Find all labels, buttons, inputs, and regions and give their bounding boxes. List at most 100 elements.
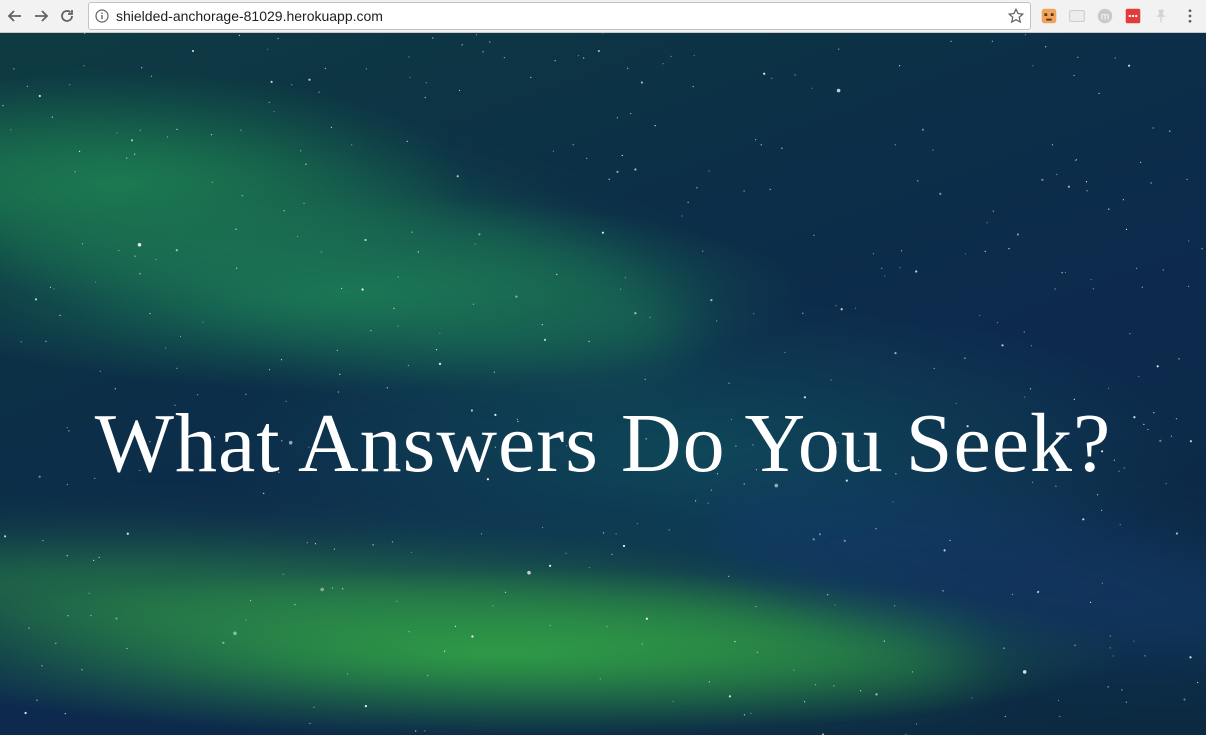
- star: [176, 128, 178, 130]
- star: [695, 500, 697, 502]
- star: [552, 150, 555, 152]
- reload-button[interactable]: [54, 3, 80, 29]
- star: [313, 706, 315, 708]
- star: [1067, 185, 1070, 188]
- star: [813, 234, 815, 236]
- star: [1152, 127, 1154, 129]
- star: [883, 640, 885, 642]
- star: [303, 202, 305, 204]
- star: [1162, 269, 1164, 271]
- star: [114, 388, 116, 390]
- star: [74, 171, 76, 173]
- star: [804, 701, 806, 703]
- star: [386, 387, 388, 389]
- star: [984, 250, 986, 252]
- star: [191, 49, 195, 53]
- star: [1041, 178, 1044, 181]
- star: [586, 157, 588, 159]
- star: [549, 564, 552, 567]
- star: [1045, 46, 1047, 48]
- star: [320, 587, 325, 592]
- star: [996, 322, 999, 324]
- star: [282, 573, 284, 575]
- back-button[interactable]: [2, 3, 28, 29]
- forward-button[interactable]: [28, 3, 54, 29]
- m-extension-icon[interactable]: m: [1094, 5, 1116, 27]
- star: [641, 643, 643, 645]
- star: [1101, 509, 1103, 511]
- star: [743, 190, 745, 192]
- red-extension-icon[interactable]: [1122, 5, 1144, 27]
- star: [875, 528, 877, 530]
- star: [830, 379, 832, 381]
- star: [549, 624, 551, 627]
- star: [1183, 698, 1186, 701]
- star: [10, 129, 12, 131]
- star: [94, 281, 97, 283]
- star: [710, 299, 713, 302]
- star: [784, 351, 786, 354]
- star: [432, 37, 434, 39]
- star: [892, 501, 894, 503]
- star: [1144, 655, 1146, 657]
- star: [408, 56, 410, 58]
- star: [4, 535, 7, 538]
- star: [1011, 593, 1014, 595]
- star: [137, 243, 142, 247]
- pin-extension-icon[interactable]: [1150, 5, 1172, 27]
- star: [812, 538, 815, 541]
- star: [771, 77, 773, 79]
- star: [339, 373, 341, 375]
- star: [1141, 286, 1143, 288]
- star: [932, 149, 934, 151]
- url-text[interactable]: shielded-anchorage-81029.herokuapp.com: [116, 8, 1006, 24]
- star: [554, 60, 556, 62]
- card-extension-icon[interactable]: [1066, 5, 1088, 27]
- star: [1108, 208, 1110, 210]
- address-bar[interactable]: shielded-anchorage-81029.herokuapp.com: [88, 2, 1031, 30]
- star: [1077, 56, 1079, 58]
- star: [300, 150, 302, 152]
- star: [1140, 161, 1142, 163]
- star: [899, 267, 901, 269]
- star: [781, 147, 783, 149]
- star: [971, 697, 973, 699]
- star: [291, 84, 293, 86]
- star: [921, 128, 925, 131]
- star: [543, 338, 547, 341]
- star: [346, 673, 349, 675]
- star: [644, 378, 646, 380]
- star: [942, 590, 944, 592]
- star: [964, 357, 966, 359]
- site-info-icon[interactable]: [95, 9, 109, 23]
- star: [756, 651, 758, 654]
- star: [250, 599, 252, 602]
- star: [1175, 532, 1178, 535]
- star: [616, 117, 619, 119]
- star: [811, 87, 813, 89]
- star: [166, 136, 169, 138]
- star: [1082, 518, 1085, 521]
- bookmark-star-icon[interactable]: [1006, 6, 1026, 26]
- star: [42, 540, 44, 542]
- browser-menu-icon[interactable]: [1182, 6, 1198, 26]
- star: [24, 711, 27, 715]
- star: [309, 722, 311, 725]
- star: [1197, 681, 1199, 684]
- face-extension-icon[interactable]: [1038, 5, 1060, 27]
- star: [69, 84, 71, 86]
- star: [627, 67, 629, 69]
- star: [838, 48, 840, 50]
- star: [417, 251, 419, 253]
- star: [245, 619, 247, 621]
- star: [233, 631, 237, 636]
- star: [541, 324, 543, 326]
- star: [1125, 228, 1128, 230]
- star: [277, 37, 279, 40]
- star: [406, 140, 408, 142]
- star: [696, 187, 698, 189]
- star: [1023, 331, 1025, 333]
- star: [615, 533, 617, 535]
- star: [692, 86, 694, 88]
- star: [41, 665, 43, 667]
